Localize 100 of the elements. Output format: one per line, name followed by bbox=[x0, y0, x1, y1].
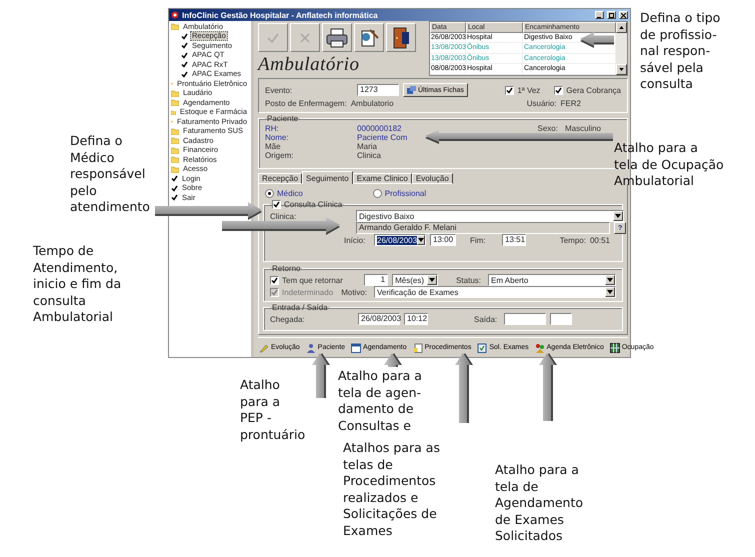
caret-icon bbox=[429, 278, 436, 282]
radio-dot-icon bbox=[268, 192, 271, 194]
unit-select[interactable]: Mês(es) bbox=[392, 274, 438, 286]
document-icon bbox=[412, 342, 423, 352]
module-title: Ambulatório bbox=[258, 54, 361, 76]
checkbox[interactable] bbox=[554, 86, 564, 94]
callout-arrow bbox=[455, 353, 473, 423]
time-field[interactable]: 13:00 bbox=[430, 234, 456, 246]
person-icon bbox=[306, 342, 316, 352]
check-icon bbox=[273, 201, 280, 208]
date-field[interactable] bbox=[504, 313, 546, 325]
folder-icon bbox=[171, 23, 179, 30]
time-field[interactable]: 13:51 bbox=[502, 234, 526, 246]
grid-icon bbox=[610, 342, 620, 352]
app-icon bbox=[171, 11, 179, 19]
close-button[interactable] bbox=[619, 11, 628, 19]
check-icon bbox=[506, 86, 514, 94]
field-label: Posto de Enfermagem: bbox=[265, 99, 347, 108]
window-title: InfoClinic Gestão Hospitalar - Anflatech informática bbox=[182, 10, 379, 20]
field-label: Motivo: bbox=[341, 288, 367, 296]
field-value: Paciente Com bbox=[357, 133, 408, 142]
maximize-icon bbox=[609, 12, 614, 18]
pen-icon bbox=[259, 342, 269, 352]
clinic-select[interactable]: Digestivo Baixo bbox=[356, 210, 624, 222]
field-value: Masculino bbox=[564, 124, 601, 133]
scroll-up-icon bbox=[619, 26, 624, 29]
group-title: Retorno bbox=[271, 264, 302, 273]
scroll-down-icon bbox=[619, 68, 624, 71]
time-field[interactable]: 10:12 bbox=[404, 313, 428, 325]
radio-button[interactable] bbox=[265, 188, 274, 198]
date-select[interactable]: 26/08/2003 bbox=[374, 234, 426, 246]
check-icon bbox=[555, 86, 562, 94]
group-title: Paciente bbox=[266, 114, 300, 123]
checkbox-label: Gera Cobrança bbox=[566, 86, 621, 94]
field-label: Sexo: bbox=[538, 124, 558, 133]
field-label: Nome: bbox=[265, 133, 290, 142]
annotation-text: Defina o Médico responsável pelo atendimento bbox=[70, 133, 150, 216]
callout-arrow bbox=[580, 32, 614, 48]
tab[interactable]: Seguimento bbox=[302, 171, 353, 184]
field-label: Clinica: bbox=[270, 212, 298, 220]
field-value: Maria bbox=[357, 142, 378, 151]
checkbox[interactable] bbox=[505, 86, 514, 94]
doctor-field[interactable]: Armando Geraldo F. Melani bbox=[356, 222, 610, 234]
date-field[interactable]: 26/08/2003 bbox=[358, 313, 400, 325]
field-label: Usuário: bbox=[526, 99, 557, 108]
annotation-text: Atalho para a PEP - prontuário bbox=[240, 377, 306, 443]
records-icon bbox=[407, 86, 416, 94]
close-icon bbox=[621, 12, 626, 18]
annotation-text: Atalhos para as telas de Procedimentos realizados e Solicitações de Exames bbox=[343, 440, 440, 539]
annotation-text: Atalho para a tela de Agendamento de Exames Solicitados bbox=[495, 462, 584, 544]
annotation-text: Tempo de Atendimento, inicio e fim da consulta Ambulatorial bbox=[33, 243, 122, 326]
status-select[interactable]: Em Aberto bbox=[488, 274, 616, 286]
toolbar-button[interactable] bbox=[322, 23, 352, 52]
checkbox[interactable] bbox=[272, 200, 281, 209]
time-field[interactable] bbox=[550, 313, 572, 325]
people-icon bbox=[534, 342, 545, 352]
close-icon bbox=[300, 32, 310, 42]
group-title: Entrada / Saída bbox=[271, 303, 329, 312]
field-label: Início: bbox=[344, 236, 366, 244]
check-icon bbox=[266, 32, 280, 44]
checkbox-label: Indeterminado bbox=[282, 288, 334, 296]
checkbox-label: 1ª Vez bbox=[517, 86, 540, 94]
annotation-text: Atalho para a tela de Ocupação Ambulatorial bbox=[614, 140, 724, 190]
tab[interactable]: Evolução bbox=[412, 173, 453, 184]
field-value: 00:51 bbox=[590, 236, 610, 244]
caret-icon bbox=[615, 214, 621, 218]
field-value: Ambulatorio bbox=[350, 99, 394, 108]
printer-icon bbox=[326, 28, 348, 48]
field-label: Tempo: bbox=[560, 236, 586, 244]
field-label: Mãe bbox=[265, 142, 282, 151]
callout-arrow bbox=[384, 353, 402, 367]
checkbox[interactable] bbox=[270, 276, 279, 284]
callout-arrow bbox=[539, 353, 557, 421]
reason-select[interactable]: Verificação de Exames bbox=[374, 286, 616, 298]
field-label: Chegada: bbox=[270, 314, 306, 324]
toolbar-button[interactable] bbox=[354, 23, 384, 52]
field-value: 0000000182 bbox=[357, 124, 402, 133]
quantity-field[interactable]: 1 bbox=[364, 274, 388, 286]
field-label: Status: bbox=[456, 276, 481, 284]
minimize-button[interactable] bbox=[595, 11, 604, 19]
radio-button[interactable] bbox=[372, 188, 382, 198]
field-value: FER2 bbox=[560, 99, 581, 108]
caret-icon bbox=[607, 290, 613, 294]
radio-label: Médico bbox=[277, 188, 303, 198]
checkbox-label: Tem que retornar bbox=[282, 276, 343, 284]
caret-icon bbox=[418, 238, 424, 242]
field-value: Clinica bbox=[357, 151, 382, 160]
toolbar-button[interactable] bbox=[386, 23, 416, 52]
field-label: Fim: bbox=[470, 236, 487, 244]
field-label: Saída: bbox=[474, 314, 498, 324]
tab[interactable]: Exame Clinico bbox=[352, 173, 412, 184]
event-field[interactable]: 1273 bbox=[357, 84, 399, 96]
annotation-text: Atalho para a tela de agen- damento de Consultas e bbox=[338, 368, 422, 434]
maximize-button[interactable] bbox=[607, 11, 616, 19]
callout-arrow bbox=[312, 353, 330, 398]
scroll-bar[interactable] bbox=[616, 22, 627, 75]
field-label: RH: bbox=[265, 124, 280, 133]
field-label: Evento: bbox=[265, 86, 294, 94]
tab[interactable]: Recepção bbox=[258, 173, 302, 184]
field-label: Origem: bbox=[265, 151, 294, 160]
